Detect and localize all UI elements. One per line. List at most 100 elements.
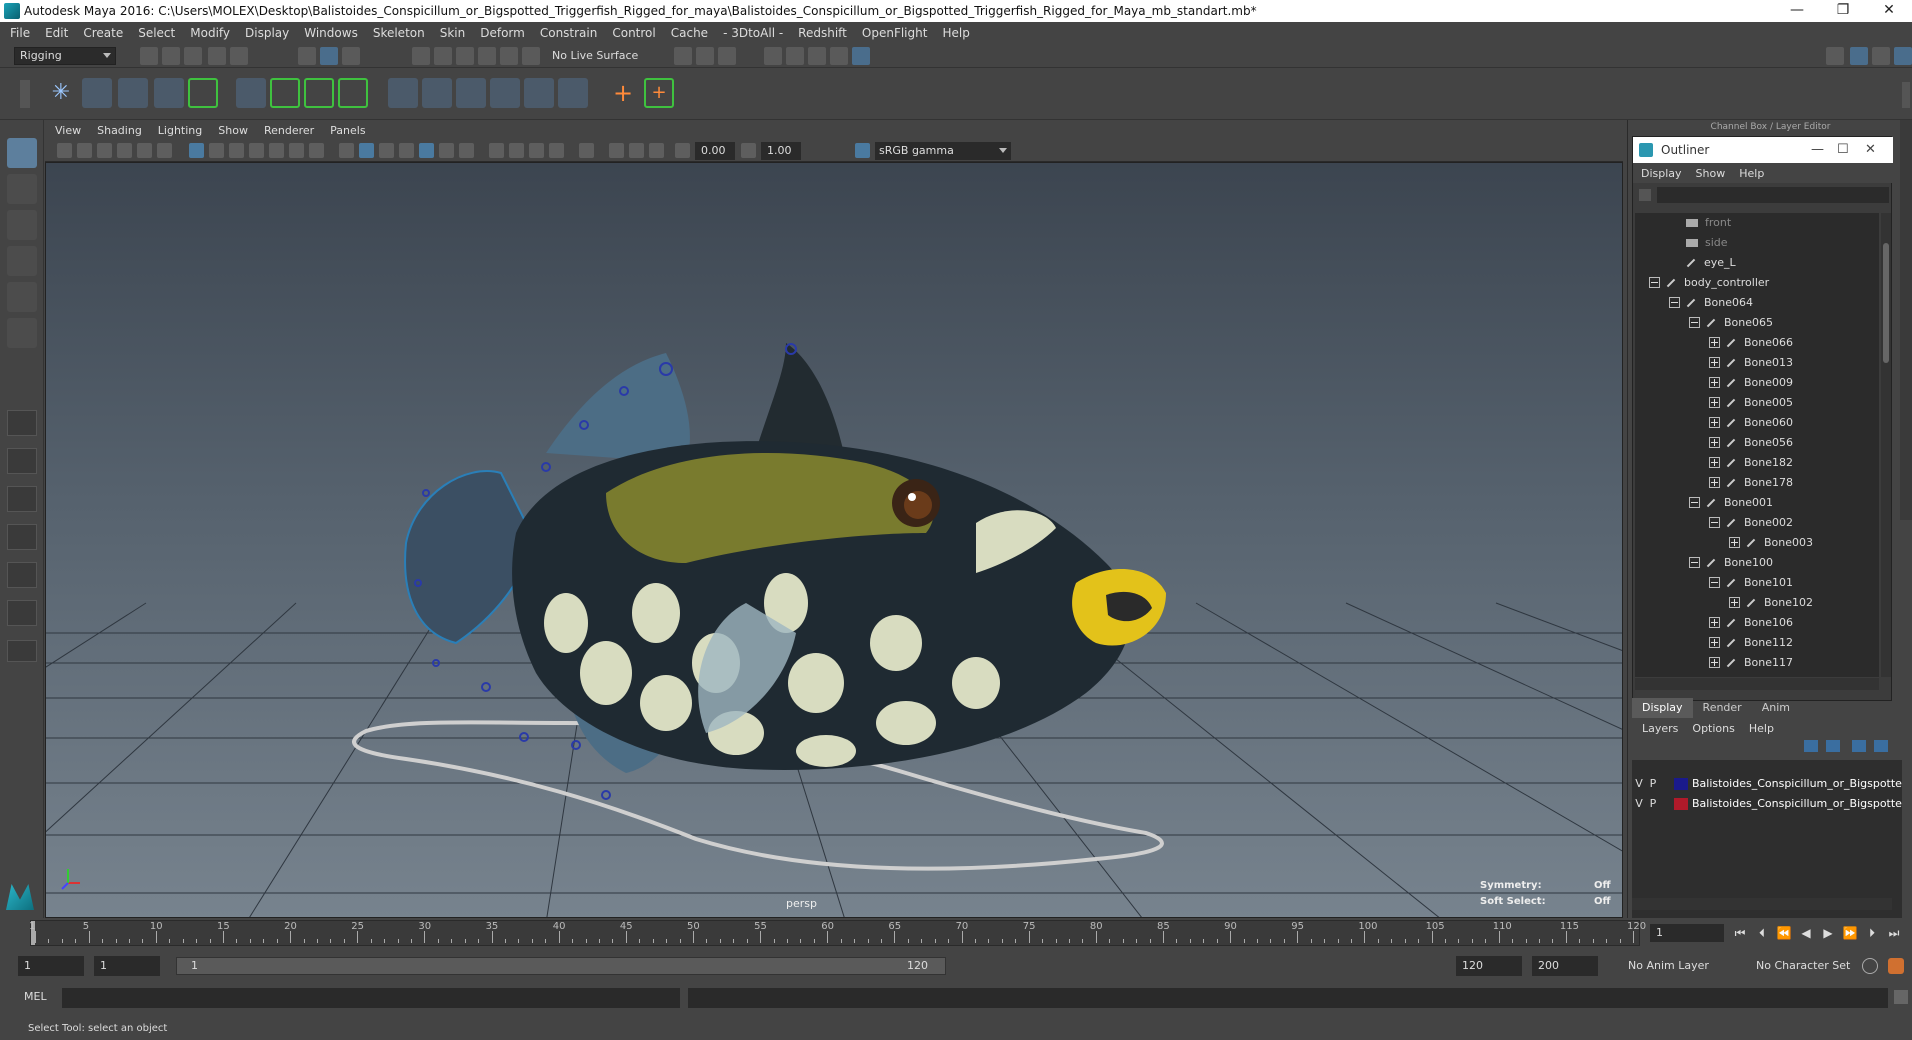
character-set-dropdown[interactable]: No Character Set bbox=[1756, 956, 1850, 976]
expand-icon[interactable] bbox=[1709, 356, 1720, 368]
collapse-icon[interactable] bbox=[1689, 556, 1700, 568]
outliner-search-input[interactable] bbox=[1657, 187, 1889, 203]
cluster-icon[interactable] bbox=[338, 78, 368, 108]
safe-title-icon[interactable] bbox=[309, 143, 324, 158]
scale-tool-icon[interactable] bbox=[7, 318, 37, 348]
expand-icon[interactable] bbox=[1709, 396, 1720, 408]
outliner-item[interactable]: side bbox=[1669, 233, 1728, 253]
select-tool-icon[interactable] bbox=[7, 138, 37, 168]
wireframe-on-shaded-icon[interactable] bbox=[399, 143, 414, 158]
layer-menu-help[interactable]: Help bbox=[1749, 722, 1774, 735]
menu-display[interactable]: Display bbox=[245, 26, 289, 40]
shelf-menu-handle[interactable] bbox=[20, 80, 30, 108]
open-scene-icon[interactable] bbox=[162, 47, 180, 65]
menu-redshift[interactable]: Redshift bbox=[798, 26, 847, 40]
outliner-item[interactable]: Bone182 bbox=[1709, 453, 1793, 473]
layer-playback-toggle[interactable]: P bbox=[1646, 774, 1660, 794]
menu-deform[interactable]: Deform bbox=[480, 26, 525, 40]
snap-view-icon[interactable] bbox=[478, 47, 496, 65]
exposure-field[interactable]: 0.00 bbox=[695, 142, 735, 160]
outliner-item[interactable]: Bone178 bbox=[1709, 473, 1793, 493]
time-slider-track[interactable]: 1 5 10 15 20 25 30 35 40 45 50 55 60 65 70 75 80 85 90 95 10… bbox=[29, 920, 1646, 946]
screen-space-ao-icon[interactable] bbox=[489, 143, 504, 158]
select-component-icon[interactable] bbox=[342, 47, 360, 65]
lattice-icon[interactable] bbox=[304, 78, 334, 108]
xray-icon[interactable] bbox=[609, 143, 624, 158]
ik-spline-icon[interactable] bbox=[118, 78, 148, 108]
animation-end-field[interactable]: 200 bbox=[1532, 956, 1598, 976]
animation-start-field[interactable]: 1 bbox=[18, 956, 84, 976]
two-d-pan-zoom-icon[interactable] bbox=[137, 143, 152, 158]
layer-row[interactable]: V P Balistoides_Conspicillum_or_Bigspotted… bbox=[1632, 794, 1902, 814]
rotate-tool-icon[interactable] bbox=[7, 282, 37, 312]
paint-weights-icon[interactable] bbox=[270, 78, 300, 108]
expand-icon[interactable] bbox=[1709, 616, 1720, 628]
new-empty-layer-icon[interactable] bbox=[1852, 740, 1866, 752]
snap-curve-icon[interactable] bbox=[434, 47, 452, 65]
outliner-item[interactable]: Bone001 bbox=[1689, 493, 1773, 513]
outliner-menu-show[interactable]: Show bbox=[1696, 167, 1726, 180]
menu-create[interactable]: Create bbox=[83, 26, 123, 40]
menu-select[interactable]: Select bbox=[138, 26, 175, 40]
outliner-item[interactable]: Bone100 bbox=[1689, 553, 1773, 573]
vp-menu-show[interactable]: Show bbox=[218, 124, 248, 137]
move-layer-down-icon[interactable] bbox=[1826, 740, 1840, 752]
render-settings-icon[interactable] bbox=[830, 47, 848, 65]
new-scene-icon[interactable] bbox=[140, 47, 158, 65]
move-layer-up-icon[interactable] bbox=[1804, 740, 1818, 752]
animation-preferences-icon[interactable] bbox=[1888, 958, 1904, 974]
workspace-icon[interactable] bbox=[1826, 47, 1844, 65]
layer-visibility-toggle[interactable]: V bbox=[1632, 794, 1646, 814]
outliner-item[interactable]: Bone065 bbox=[1689, 313, 1773, 333]
outliner-item[interactable]: front bbox=[1669, 213, 1731, 233]
collapse-icon[interactable] bbox=[1669, 296, 1680, 308]
paint-select-tool-icon[interactable] bbox=[7, 210, 37, 240]
locator-icon[interactable]: + bbox=[608, 78, 638, 108]
go-to-start-icon[interactable]: ⏮ bbox=[1732, 925, 1748, 941]
outliner-item[interactable]: Bone056 bbox=[1709, 433, 1793, 453]
menu-constrain[interactable]: Constrain bbox=[540, 26, 598, 40]
ik-handle-icon[interactable] bbox=[82, 78, 112, 108]
gamma-icon[interactable] bbox=[741, 143, 756, 158]
outliner-item[interactable]: Bone112 bbox=[1709, 633, 1793, 653]
step-back-frame-icon[interactable]: ⏴ bbox=[1754, 925, 1770, 941]
vp-menu-view[interactable]: View bbox=[55, 124, 81, 137]
outliner-item[interactable]: Bone101 bbox=[1709, 573, 1793, 593]
menu-cache[interactable]: Cache bbox=[671, 26, 708, 40]
outliner-item[interactable]: eye_L bbox=[1669, 253, 1736, 273]
motion-blur-icon[interactable] bbox=[509, 143, 524, 158]
layer-playback-toggle[interactable]: P bbox=[1646, 794, 1660, 814]
minimize-button[interactable]: — bbox=[1774, 0, 1820, 22]
exposure-icon[interactable] bbox=[675, 143, 690, 158]
expand-icon[interactable] bbox=[1709, 456, 1720, 468]
outliner-minimize-button[interactable]: — bbox=[1811, 137, 1824, 163]
layout-menu-icon[interactable] bbox=[7, 640, 37, 662]
playback-start-field[interactable]: 1 bbox=[94, 956, 160, 976]
attribute-editor-toggle-icon[interactable] bbox=[1850, 47, 1868, 65]
command-input[interactable] bbox=[62, 988, 680, 1008]
vp-menu-panels[interactable]: Panels bbox=[330, 124, 365, 137]
hypershade-icon[interactable] bbox=[852, 47, 870, 65]
outliner-tree[interactable]: front side eye_L body_controller Bone064 Bone… bbox=[1635, 213, 1879, 677]
field-chart-icon[interactable] bbox=[269, 143, 284, 158]
anim-layer-dropdown[interactable]: No Anim Layer bbox=[1628, 956, 1709, 976]
outliner-menu-help[interactable]: Help bbox=[1739, 167, 1764, 180]
command-language-toggle[interactable]: MEL bbox=[24, 990, 47, 1003]
outliner-item[interactable]: Bone002 bbox=[1709, 513, 1793, 533]
wireframe-icon[interactable] bbox=[339, 143, 354, 158]
collapse-icon[interactable] bbox=[1709, 576, 1720, 588]
outliner-item[interactable]: Bone005 bbox=[1709, 393, 1793, 413]
snap-surface-icon[interactable] bbox=[500, 47, 518, 65]
redo-icon[interactable] bbox=[230, 47, 248, 65]
pole-vector-icon[interactable] bbox=[558, 78, 588, 108]
layer-horizontal-scrollbar[interactable] bbox=[1632, 898, 1892, 910]
orient-constraint-icon[interactable] bbox=[456, 78, 486, 108]
bookmark-icon[interactable] bbox=[97, 143, 112, 158]
outliner-menu-display[interactable]: Display bbox=[1641, 167, 1682, 180]
mirror-joint-icon[interactable] bbox=[154, 78, 184, 108]
outliner-item[interactable]: Bone009 bbox=[1709, 373, 1793, 393]
xray-active-icon[interactable] bbox=[629, 143, 644, 158]
maximize-button[interactable]: ❐ bbox=[1820, 0, 1866, 22]
channel-box-toggle-icon[interactable] bbox=[1894, 47, 1912, 65]
step-back-key-icon[interactable]: ⏪ bbox=[1776, 925, 1792, 941]
